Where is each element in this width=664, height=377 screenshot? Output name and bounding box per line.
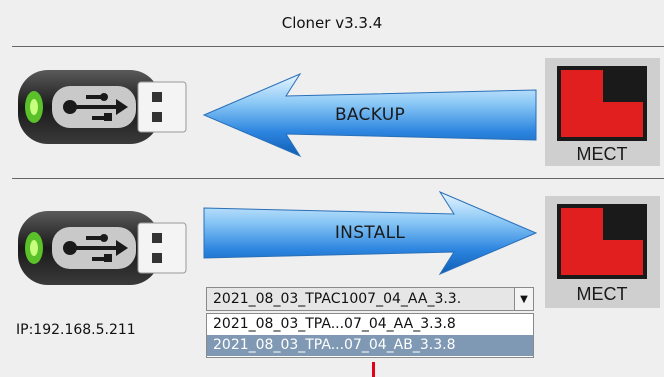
backup-label: BACKUP	[334, 105, 406, 125]
install-label: INSTALL	[334, 223, 406, 243]
version-select[interactable]: 2021_08_03_TPAC1007_04_AA_3.3. ▼	[206, 287, 534, 311]
window-title: Cloner v3.3.4	[281, 14, 383, 32]
mect-logo: MECT	[545, 196, 660, 308]
svg-text:MECT: MECT	[577, 144, 628, 164]
version-select-value: 2021_08_03_TPAC1007_04_AA_3.3.	[213, 291, 462, 307]
usb-drive-icon	[18, 211, 187, 285]
version-option[interactable]: 2021_08_03_TPA...07_04_AA_3.3.8	[207, 314, 533, 335]
version-dropdown-list: 2021_08_03_TPA...07_04_AA_3.3.8 2021_08_…	[206, 313, 534, 358]
mect-logo: MECT	[545, 58, 660, 166]
svg-text:MECT: MECT	[577, 284, 628, 304]
version-option-highlighted[interactable]: 2021_08_03_TPA...07_04_AB_3.3.8	[207, 335, 533, 356]
separator-middle	[12, 178, 664, 179]
text-cursor	[372, 362, 375, 377]
usb-drive-icon	[18, 70, 187, 144]
ip-address-label: IP:192.168.5.211	[16, 322, 136, 338]
chevron-down-icon[interactable]: ▼	[514, 288, 533, 310]
separator-top	[12, 46, 664, 47]
backup-button[interactable]: BACKUP	[200, 70, 540, 160]
install-button[interactable]: INSTALL	[200, 188, 540, 278]
